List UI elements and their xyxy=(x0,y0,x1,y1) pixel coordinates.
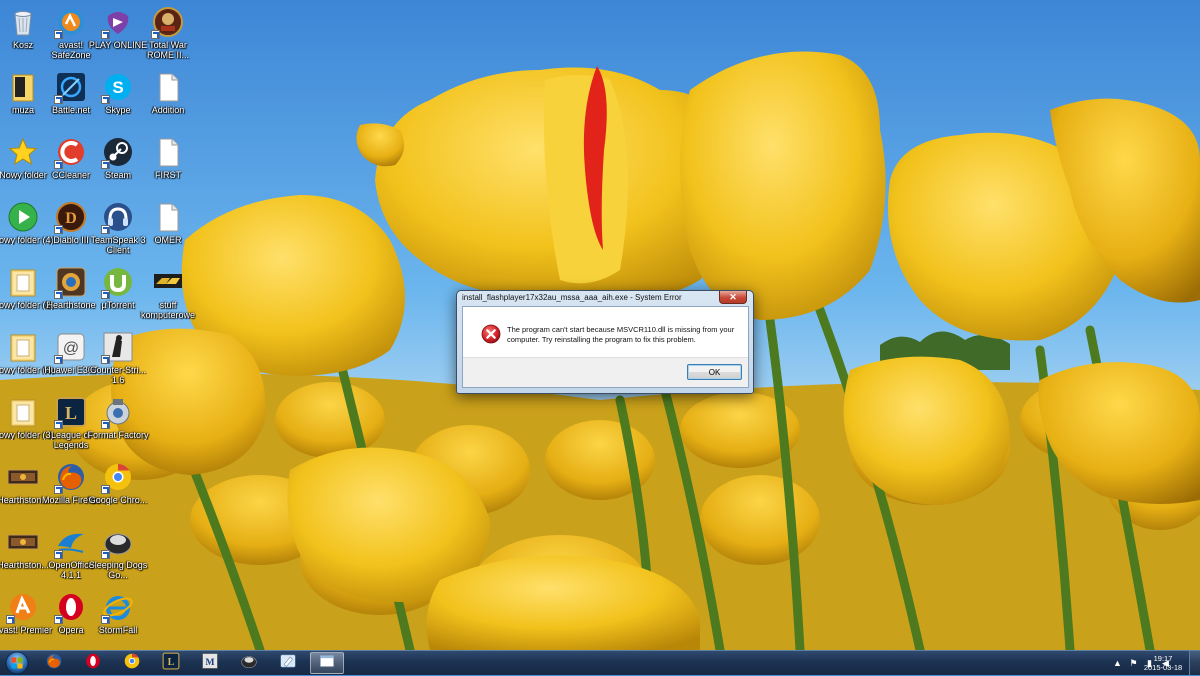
up-arrow-icon[interactable]: ▲ xyxy=(1113,658,1122,668)
flag-icon[interactable]: ⚑ xyxy=(1129,658,1138,668)
desktop-icon-label: FIRST xyxy=(155,170,181,180)
taskbar-button[interactable] xyxy=(271,652,305,674)
document-icon xyxy=(152,71,184,103)
desktop-icon-label: OMER xyxy=(154,235,182,245)
skype-icon: S xyxy=(101,71,134,104)
taskbar-button[interactable]: M xyxy=(193,652,227,674)
taskbar-button[interactable] xyxy=(232,652,266,674)
desktop-icon[interactable]: Sleeping Dogs Go... xyxy=(86,523,150,585)
svg-text:D: D xyxy=(65,210,77,227)
star-icon xyxy=(7,136,39,168)
avast-icon xyxy=(6,591,39,624)
huawei-modem-icon: @ xyxy=(54,331,87,364)
chrome-icon xyxy=(123,652,141,675)
avast-safezone-icon xyxy=(54,6,87,39)
desktop-icon[interactable]: Addition xyxy=(136,68,200,130)
paint-icon xyxy=(279,652,297,675)
utorrent-icon xyxy=(101,266,134,299)
firefox-icon xyxy=(54,461,87,494)
desktop-icon-label: stuff komputerowe xyxy=(140,300,196,320)
folder-icon xyxy=(7,331,39,363)
diablo-icon: D xyxy=(54,201,87,234)
dialog-button-bar: OK xyxy=(463,357,748,387)
music-folder-icon xyxy=(7,71,39,103)
desktop-icon-label: Counter-Stri... 1.6 xyxy=(89,365,147,385)
ie-icon xyxy=(101,591,134,624)
hearthstone-banner-icon xyxy=(7,461,39,493)
taskbar-button[interactable] xyxy=(76,652,110,674)
desktop-icon-label: Sleeping Dogs Go... xyxy=(88,560,148,580)
total-war-icon xyxy=(151,6,184,39)
desktop-icon[interactable]: Counter-Stri... 1.6 xyxy=(86,328,150,390)
gold-bars-icon xyxy=(152,266,184,298)
desktop-icon[interactable]: Format Factory xyxy=(86,393,150,455)
desktop-icon[interactable]: FIRST xyxy=(136,133,200,195)
svg-text:@: @ xyxy=(63,340,79,357)
play-green-icon xyxy=(7,201,39,233)
hearthstone-banner-icon xyxy=(7,526,39,558)
error-icon xyxy=(481,324,501,344)
desktop-icon-label: Addition xyxy=(151,105,185,115)
folder-icon xyxy=(7,266,39,298)
play-online-icon xyxy=(101,6,134,39)
sleeping-dogs-icon xyxy=(240,652,258,675)
desktop-icon-label: StormFall xyxy=(98,625,138,635)
ccleaner-icon xyxy=(54,136,87,169)
desktop-icon-label: Total War ROME II... xyxy=(146,40,189,60)
taskbar-button[interactable] xyxy=(37,652,71,674)
desktop-icon[interactable]: Total War ROME II... xyxy=(136,3,200,65)
start-button[interactable] xyxy=(2,649,32,676)
taskbar-button[interactable] xyxy=(310,652,344,674)
desktop-icon[interactable]: StormFall xyxy=(86,588,150,650)
folder-icon xyxy=(7,396,39,428)
desktop-icon[interactable]: stuff komputerowe xyxy=(136,263,200,325)
clock-date: 2015-03-18 xyxy=(1143,663,1183,672)
dialog-client-area: The program can't start because MSVCR110… xyxy=(462,306,749,388)
svg-text:L: L xyxy=(65,403,77,423)
league-of-legends-icon: L xyxy=(54,396,87,429)
taskbar-button[interactable]: L xyxy=(154,652,188,674)
windows-orb-icon xyxy=(5,651,29,674)
window-icon xyxy=(318,652,336,675)
system-error-dialog[interactable]: install_flashplayer17x32au_mssa_aaa_aih.… xyxy=(456,290,754,394)
taskbar: LM ▲ ⚑ ▮ ◀ 19:17 2015-03-18 xyxy=(0,650,1200,675)
format-factory-icon xyxy=(101,396,134,429)
desktop-icon-label: Format Factory xyxy=(87,430,149,440)
show-desktop-button[interactable] xyxy=(1189,651,1200,675)
recycle-bin-icon xyxy=(7,6,39,38)
steam-icon xyxy=(101,136,134,169)
counter-strike-icon xyxy=(101,331,134,364)
mafia-icon: M xyxy=(201,652,219,675)
document-icon xyxy=(152,136,184,168)
battlenet-icon xyxy=(54,71,87,104)
taskbar-clock[interactable]: 19:17 2015-03-18 xyxy=(1141,654,1185,672)
openoffice-icon xyxy=(54,526,87,559)
svg-text:M: M xyxy=(205,656,214,667)
svg-text:S: S xyxy=(112,78,123,97)
error-message: The program can't start because MSVCR110… xyxy=(507,325,735,344)
league-of-legends-icon: L xyxy=(162,652,180,675)
dialog-close-button[interactable]: ✕ xyxy=(719,291,747,304)
desktop-icon-label: Google Chro... xyxy=(88,495,148,505)
firefox-icon xyxy=(45,652,63,675)
teamspeak-icon xyxy=(101,201,134,234)
taskbar-button[interactable] xyxy=(115,652,149,674)
document-icon xyxy=(152,201,184,233)
ok-button[interactable]: OK xyxy=(687,364,742,380)
desktop-icon[interactable]: OMER xyxy=(136,198,200,260)
opera-icon xyxy=(54,591,87,624)
chrome-icon xyxy=(101,461,134,494)
desktop-icon[interactable]: Google Chro... xyxy=(86,458,150,520)
opera-icon xyxy=(84,652,102,675)
clock-time: 19:17 xyxy=(1153,654,1173,663)
hearthstone-icon xyxy=(54,266,87,299)
dialog-title: install_flashplayer17x32au_mssa_aaa_aih.… xyxy=(462,293,682,302)
svg-text:L: L xyxy=(168,656,175,667)
sleeping-dogs-icon xyxy=(101,526,134,559)
